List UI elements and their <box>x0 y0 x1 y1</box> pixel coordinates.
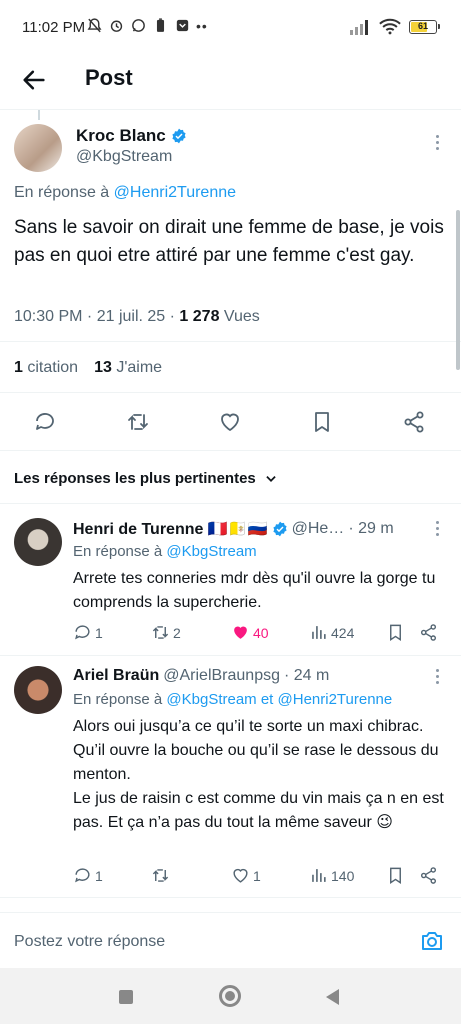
bookmark-icon <box>390 624 401 641</box>
reply-avatar[interactable] <box>14 666 62 714</box>
app-notification-icon <box>176 19 189 32</box>
author-name[interactable]: Kroc Blanc <box>76 126 187 146</box>
views-icon <box>312 626 326 639</box>
reply-text: Arrete tes conneries mdr dès qu'il ouvre… <box>73 570 436 611</box>
signal-icon <box>350 19 368 35</box>
reply-handle: @He… <box>291 520 345 537</box>
verified-badge-icon <box>172 128 186 144</box>
share-icon[interactable] <box>402 410 426 434</box>
status-notification-icons: •• <box>86 17 208 34</box>
page-title: Post <box>85 65 133 90</box>
repost-icon[interactable] <box>126 410 150 434</box>
post-date[interactable]: 21 juil. 25 <box>97 308 166 325</box>
home-icon[interactable] <box>219 985 241 1007</box>
reply-to-link[interactable]: @KbgStream et @Henri2Turenne <box>166 691 392 708</box>
reply-handle: @ArielBraunpsg <box>163 667 280 684</box>
reply-reply-button[interactable]: 1 <box>73 866 103 885</box>
compose-bar: Postez votre réponse <box>0 912 461 968</box>
thread-line <box>38 110 40 120</box>
reply-views[interactable]: 140 <box>309 866 354 885</box>
reply-actions: 1 1 140 <box>73 866 445 890</box>
reply-to-link[interactable]: @Henri2Turenne <box>114 184 236 201</box>
replies-sort-dropdown[interactable]: Les réponses les plus pertinentes <box>14 470 278 487</box>
quotes-stat[interactable]: 1 citation <box>14 359 78 377</box>
reply-context: En réponse à @KbgStream <box>73 543 257 560</box>
reply-context: En réponse à @KbgStream et @Henri2Turenn… <box>73 691 393 708</box>
views-icon <box>312 869 326 882</box>
status-system-icons: 61 <box>349 18 440 35</box>
mute-bell-icon <box>87 18 102 33</box>
divider <box>0 392 461 393</box>
reply-input[interactable]: Postez votre réponse <box>14 933 165 951</box>
likes-stat[interactable]: 13 J'aime <box>94 359 162 377</box>
more-notifications-icon: •• <box>196 17 208 34</box>
wifi-icon <box>379 18 401 35</box>
reply-time: · 29 m <box>348 520 394 537</box>
reply-icon <box>75 625 90 640</box>
reply-share-button[interactable] <box>419 866 438 885</box>
reply-like-button[interactable]: 40 <box>231 623 269 642</box>
bookmark-icon[interactable] <box>310 410 334 434</box>
status-bar: 11:02 PM •• 61 <box>0 0 461 56</box>
battery-saver-icon <box>156 18 165 32</box>
reply-icon <box>75 868 90 883</box>
repost-icon <box>152 869 169 882</box>
divider <box>0 341 461 342</box>
post-stats: 1 citation 13 J'aime <box>14 359 162 377</box>
nav-back-icon[interactable] <box>326 989 339 1005</box>
post-time[interactable]: 10:30 PM <box>14 308 82 325</box>
camera-icon[interactable] <box>420 929 444 953</box>
like-icon <box>233 868 248 883</box>
author-handle[interactable]: @KbgStream <box>76 148 172 166</box>
reply-context: En réponse à @Henri2Turenne <box>14 184 237 201</box>
bookmark-icon <box>390 867 401 884</box>
author-avatar[interactable] <box>14 124 62 172</box>
post-views-label: Vues <box>223 308 260 325</box>
reply-time: · 24 m <box>284 667 330 684</box>
status-time: 11:02 PM <box>22 19 86 36</box>
app-header: Post <box>0 56 461 110</box>
alarm-icon <box>110 20 123 32</box>
post-actions <box>0 404 461 444</box>
reply-more-options-icon[interactable] <box>436 669 440 687</box>
divider <box>0 450 461 451</box>
reply-repost-button[interactable]: 2 <box>151 623 181 642</box>
divider <box>0 655 461 656</box>
scrollbar[interactable] <box>456 210 460 370</box>
heart-filled-icon <box>234 626 247 639</box>
post-text: Sans le savoir on dirait une femme de ba… <box>14 217 444 266</box>
reply-icon[interactable] <box>33 410 57 434</box>
divider <box>0 897 461 898</box>
share-icon <box>420 867 437 884</box>
divider <box>0 503 461 504</box>
battery-icon: 61 <box>409 19 440 34</box>
post-meta: 10:30 PM · 21 juil. 25 · 1 278 Vues <box>14 308 260 325</box>
reply-to-link[interactable]: @KbgStream <box>166 543 256 560</box>
reply-bookmark-button[interactable] <box>386 623 405 642</box>
reply-share-button[interactable] <box>419 623 438 642</box>
system-nav-bar <box>0 968 461 1024</box>
reply-actions: 1 2 40 424 <box>73 623 445 647</box>
reply-avatar[interactable] <box>14 518 62 566</box>
reply-author[interactable]: Henri de Turenne 🇫🇷🇻🇦🇷🇺 @He… · 29 m <box>73 519 394 539</box>
reply-reply-button[interactable]: 1 <box>73 623 103 642</box>
whatsapp-icon <box>132 19 145 32</box>
reply-views[interactable]: 424 <box>309 623 354 642</box>
more-options-icon[interactable] <box>436 135 440 153</box>
repost-icon <box>152 626 169 639</box>
verified-badge-icon <box>273 521 287 537</box>
share-icon <box>420 624 437 641</box>
reply-like-button[interactable]: 1 <box>231 866 261 885</box>
reply-bookmark-button[interactable] <box>386 866 405 885</box>
recents-icon[interactable] <box>119 990 133 1004</box>
reply-author[interactable]: Ariel Braün @ArielBraunpsg · 24 m <box>73 667 329 685</box>
like-icon[interactable] <box>218 410 242 434</box>
back-arrow-icon[interactable] <box>20 66 48 94</box>
reply-text: Alors oui jusqu’a ce qu’il te sorte un m… <box>73 718 444 831</box>
reply-more-options-icon[interactable] <box>436 521 440 539</box>
reply-repost-button[interactable] <box>151 866 173 885</box>
post-views-count: 1 278 <box>179 308 220 325</box>
chevron-down-icon <box>266 475 276 482</box>
